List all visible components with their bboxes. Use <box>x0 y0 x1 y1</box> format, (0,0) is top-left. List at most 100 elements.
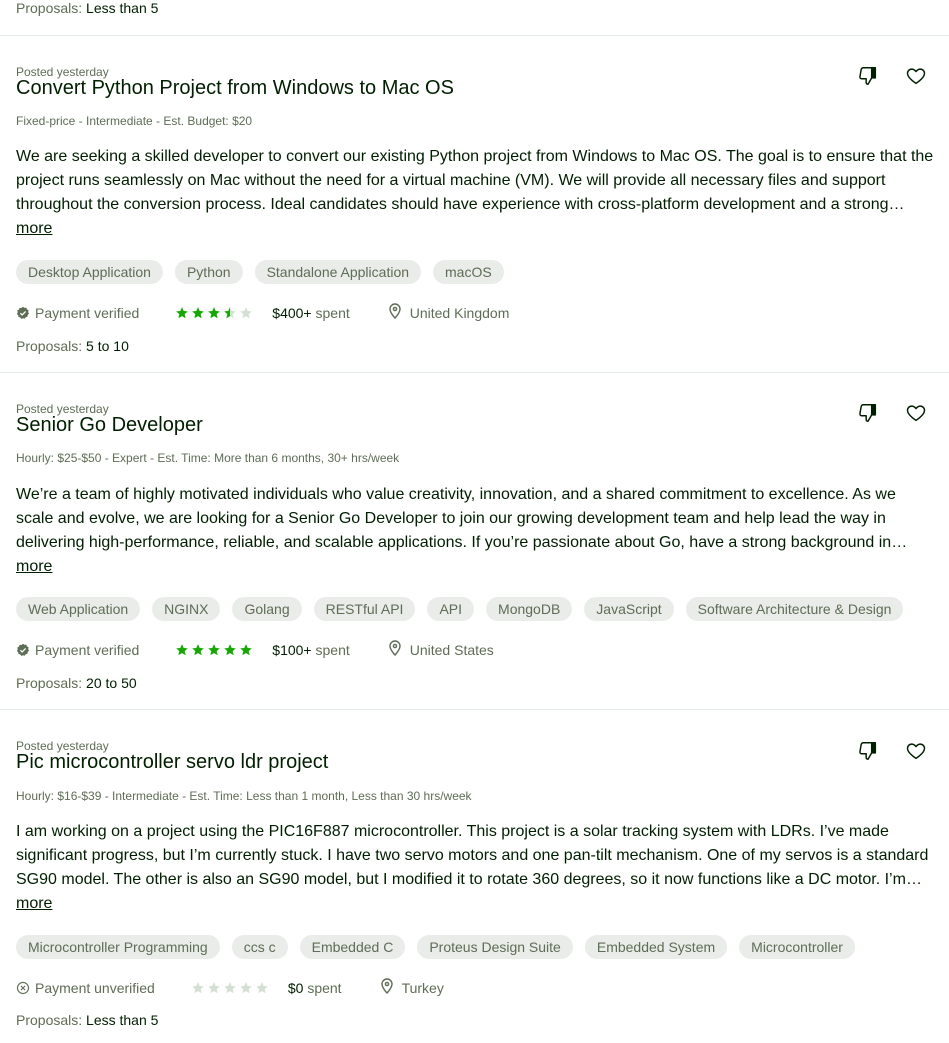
star-icon <box>222 306 238 320</box>
job-description: We are seeking a skilled developer to co… <box>16 148 934 213</box>
job-description: We’re a team of highly motivated individ… <box>16 486 896 551</box>
verified-badge-icon <box>16 643 30 657</box>
proposals-value: 5 to 10 <box>86 338 129 354</box>
client-rating <box>174 643 254 657</box>
star-icon <box>238 981 254 995</box>
proposals-value: Less than 5 <box>86 1012 159 1028</box>
payment-status-label: Payment unverified <box>35 979 155 996</box>
spent-amount: $100+ <box>272 641 312 658</box>
proposals-label: Proposals: <box>16 0 83 16</box>
heart-icon[interactable] <box>904 64 928 88</box>
spent-amount: $0 <box>287 979 304 996</box>
thumbs-down-icon[interactable] <box>856 401 880 425</box>
star-icon <box>206 306 222 320</box>
star-icon <box>190 306 206 320</box>
proposals-count: Proposals: Less than 5 <box>16 0 158 16</box>
skill-tag[interactable]: NGINX <box>152 597 221 621</box>
proposals-count: Proposals: 20 to 50 <box>16 675 137 691</box>
proposals-value: Less than 5 <box>86 0 159 16</box>
skill-tag[interactable]: Desktop Application <box>16 260 163 284</box>
client-info: Payment verified $100+ spent United Stat… <box>16 640 494 659</box>
heart-icon[interactable] <box>904 401 928 425</box>
star-icon <box>222 643 238 657</box>
verified-badge-icon <box>16 306 30 320</box>
client-info: Payment unverified $0 spent Turkey <box>16 978 444 997</box>
client-info: Payment verified $400+ spent United King… <box>16 303 509 322</box>
skill-tag[interactable]: JavaScript <box>584 597 674 621</box>
job-title[interactable]: Senior Go Developer <box>16 413 203 437</box>
skill-tag[interactable]: Embedded System <box>584 935 728 959</box>
proposals-count: Proposals: 5 to 10 <box>16 338 129 354</box>
location-pin-icon <box>388 640 402 659</box>
star-icon <box>190 981 206 995</box>
spent-amount: $400+ <box>272 304 312 321</box>
proposals-label: Proposals: <box>16 1012 83 1028</box>
client-spent: $0 spent <box>288 980 342 996</box>
skill-tag[interactable]: Proteus Design Suite <box>417 935 573 959</box>
client-location: Turkey <box>380 978 444 997</box>
proposals-label: Proposals: <box>16 338 83 354</box>
more-link[interactable]: more <box>16 219 52 239</box>
client-rating <box>190 981 270 995</box>
location-label: United Kingdom <box>409 304 510 321</box>
job-meta: Hourly: $25-$50 - Expert - Est. Time: Mo… <box>16 451 400 465</box>
skill-tag[interactable]: ccs c <box>231 935 288 959</box>
client-location: United States <box>388 640 494 659</box>
job-tile[interactable]: Posted yesterday Senior Go Developer Hou… <box>0 373 949 710</box>
location-label: Turkey <box>401 979 444 996</box>
payment-status: Payment verified <box>16 305 139 321</box>
spent-label: spent <box>307 979 342 996</box>
location-label: United States <box>409 641 494 658</box>
star-icon <box>238 643 254 657</box>
star-icon <box>174 306 190 320</box>
job-title[interactable]: Convert Python Project from Windows to M… <box>16 76 454 100</box>
payment-status: Payment unverified <box>16 980 155 996</box>
spent-label: spent <box>315 304 350 321</box>
payment-status-label: Payment verified <box>35 304 140 321</box>
star-icon <box>174 643 190 657</box>
skill-tag[interactable]: Python <box>174 260 243 284</box>
previous-job-tile-fragment: Proposals: Less than 5 <box>0 0 949 36</box>
star-icon <box>206 981 222 995</box>
star-icon <box>190 643 206 657</box>
client-location: United Kingdom <box>388 303 510 322</box>
client-rating <box>174 306 254 320</box>
star-icon <box>222 981 238 995</box>
skill-tags: Microcontroller Programming ccs c Embedded… <box>16 935 855 959</box>
star-icon <box>238 306 254 320</box>
skill-tag[interactable]: Microcontroller <box>739 935 855 959</box>
job-meta: Fixed-price - Intermediate - Est. Budget… <box>16 114 253 128</box>
proposals-label: Proposals: <box>16 675 83 691</box>
thumbs-down-icon[interactable] <box>856 64 880 88</box>
more-link[interactable]: more <box>16 557 52 577</box>
job-tile[interactable]: Posted yesterday Pic microcontroller ser… <box>0 710 949 1043</box>
proposals-count: Proposals: Less than 5 <box>16 1012 158 1028</box>
skill-tag[interactable]: macOS <box>433 260 504 284</box>
skill-tag[interactable]: Microcontroller Programming <box>16 935 220 959</box>
job-title[interactable]: Pic microcontroller servo ldr project <box>16 750 328 774</box>
heart-icon[interactable] <box>904 739 928 763</box>
skill-tags: Web Application NGINX Golang RESTful API API… <box>16 597 904 621</box>
skill-tag[interactable]: Software Architecture & Design <box>685 597 904 621</box>
skill-tags: Desktop Application Python Standalone Appl… <box>16 260 504 284</box>
client-spent: $400+ spent <box>272 305 349 321</box>
payment-status-label: Payment verified <box>35 641 140 658</box>
proposals-value: 20 to 50 <box>86 675 137 691</box>
job-meta: Hourly: $16-$39 - Intermediate - Est. Ti… <box>16 789 472 803</box>
skill-tag[interactable]: API <box>427 597 475 621</box>
skill-tag[interactable]: Golang <box>232 597 302 621</box>
location-pin-icon <box>380 978 394 997</box>
skill-tag[interactable]: Standalone Application <box>254 260 422 284</box>
skill-tag[interactable]: RESTful API <box>313 597 416 621</box>
thumbs-down-icon[interactable] <box>856 739 880 763</box>
star-icon <box>254 981 270 995</box>
skill-tag[interactable]: MongoDB <box>486 597 573 621</box>
payment-status: Payment verified <box>16 642 139 658</box>
job-tile[interactable]: Posted yesterday Convert Python Project … <box>0 36 949 373</box>
skill-tag[interactable]: Embedded C <box>299 935 406 959</box>
client-spent: $100+ spent <box>272 642 349 658</box>
spent-label: spent <box>315 641 350 658</box>
skill-tag[interactable]: Web Application <box>16 597 141 621</box>
more-link[interactable]: more <box>16 894 52 914</box>
job-description: I am working on a project using the PIC1… <box>16 823 929 888</box>
